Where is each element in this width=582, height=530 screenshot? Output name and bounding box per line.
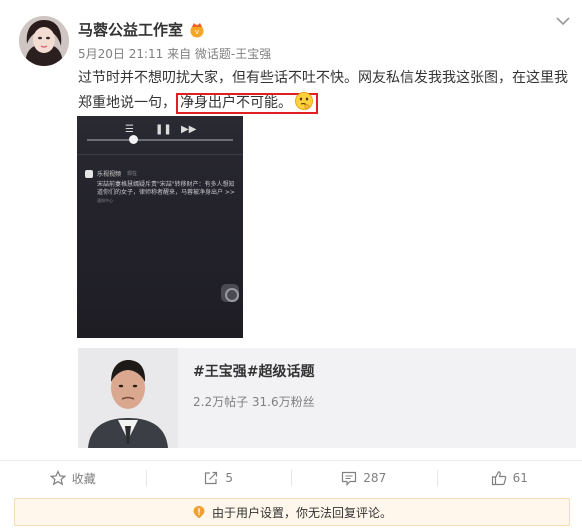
favorite-button[interactable]: 收藏 xyxy=(0,461,146,495)
assistive-touch-icon xyxy=(221,284,239,302)
author-name[interactable]: 马蓉公益工作室 xyxy=(78,19,183,40)
notice-text: 由于用户设置，你无法回复评论。 xyxy=(211,505,392,520)
like-count: 61 xyxy=(512,471,528,485)
post-image[interactable]: ☰ ❚❚ ▶▶ 乐视视频 现在 宋喆前妻格慧嫣疑斥责"宋喆"转移财产：有多人想知… xyxy=(77,116,243,338)
thumbs-up-icon xyxy=(491,471,506,486)
topic-image xyxy=(78,348,178,448)
action-bar: 收藏 5 287 61 xyxy=(0,461,582,495)
notif-body: 宋喆前妻格慧嫣疑斥责"宋喆"转移财产：有多人想知道你们的女子，律师称者醒来，马蓉… xyxy=(97,181,235,196)
notif-sub: 通知中心 xyxy=(97,198,113,203)
list-icon: ☰ xyxy=(125,124,134,135)
favorite-label: 收藏 xyxy=(71,471,96,486)
ps-status-text xyxy=(77,116,243,124)
topic-title[interactable]: #王宝强#超级话题 xyxy=(193,361,315,381)
topic-stats: 2.2万帖子 31.6万粉丝 xyxy=(193,395,315,409)
highlighted-text-box: 净身出户不可能。 xyxy=(176,92,318,114)
author-avatar[interactable] xyxy=(19,16,69,66)
notification: 乐视视频 现在 宋喆前妻格慧嫣疑斥责"宋喆"转移财产：有多人想知道你们的女子，律… xyxy=(85,169,235,204)
author-header: 马蓉公益工作室 v xyxy=(78,19,205,40)
post-meta: 5月20日 21:11 来自 微话题-王宝强 xyxy=(78,47,272,61)
chevron-down-icon[interactable] xyxy=(556,16,570,26)
fast-forward-icon: ▶▶ xyxy=(181,124,197,135)
ps-divider xyxy=(77,154,243,155)
post-text-body: 过节时并不想叨扰大家，但有些话不吐不快。网友私信发我我这张图，在这里我郑重地说一… xyxy=(78,70,568,111)
pause-icon: ❚❚ xyxy=(155,124,172,135)
thinking-emoji-icon xyxy=(295,92,313,110)
repost-count: 5 xyxy=(225,471,234,485)
media-progress-track xyxy=(87,139,233,141)
app-icon xyxy=(85,169,93,178)
post-text-highlight: 净身出户不可能。 xyxy=(180,95,292,111)
post-text: 过节时并不想叨扰大家，但有些话不吐不快。网友私信发我我这张图，在这里我郑重地说一… xyxy=(78,66,574,116)
repost-icon xyxy=(205,471,218,485)
warning-icon xyxy=(193,506,205,519)
repost-button[interactable]: 5 xyxy=(145,461,292,495)
vip-badge-icon: v xyxy=(190,22,204,37)
notif-app-name: 乐视视频 xyxy=(97,171,122,178)
svg-text:v: v xyxy=(195,28,199,36)
like-button[interactable]: 61 xyxy=(436,461,582,495)
media-progress-knob xyxy=(129,135,138,144)
star-icon xyxy=(49,470,66,486)
notif-time: 现在 xyxy=(127,171,138,177)
comment-count: 287 xyxy=(363,471,387,485)
comment-button[interactable]: 287 xyxy=(291,461,437,495)
reply-disabled-notice: 由于用户设置，你无法回复评论。 xyxy=(14,498,570,526)
topic-card[interactable]: #王宝强#超级话题 2.2万帖子 31.6万粉丝 xyxy=(78,348,576,448)
comment-icon xyxy=(342,471,357,486)
